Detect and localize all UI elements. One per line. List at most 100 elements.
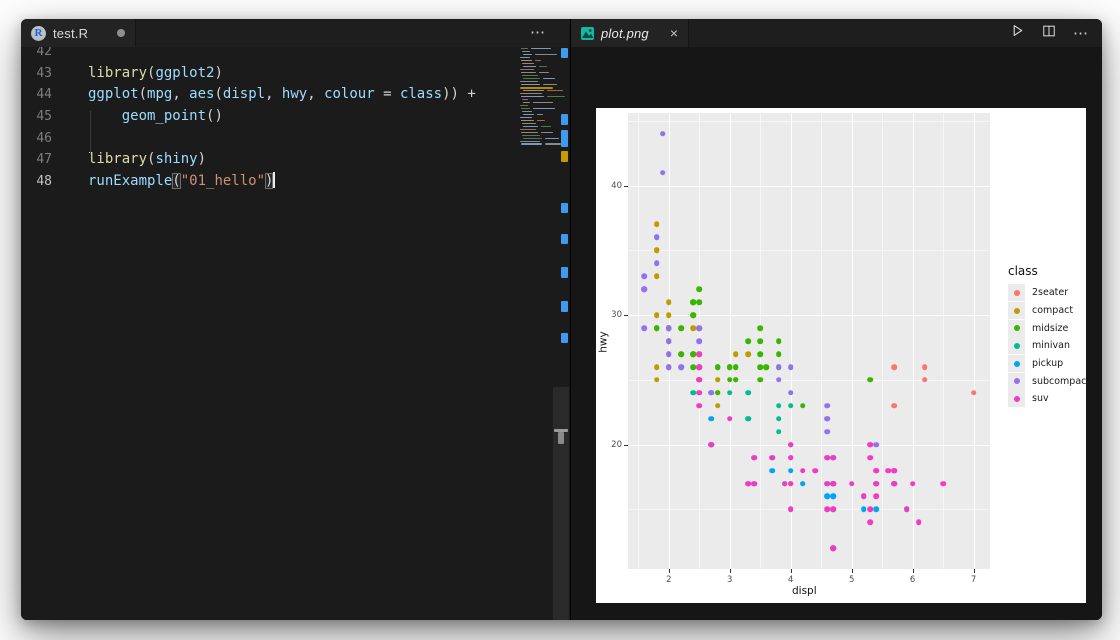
data-point: [641, 286, 648, 292]
modified-line-marker: [561, 234, 568, 244]
legend-dot-icon: [1013, 289, 1020, 296]
data-point: [696, 299, 703, 305]
legend-item: subcompact: [1008, 372, 1090, 390]
data-point: [678, 325, 684, 331]
data-point: [666, 312, 672, 318]
legend-label: midsize: [1032, 322, 1069, 334]
data-point: [873, 467, 879, 474]
data-point: [867, 519, 873, 526]
legend-title: class: [1008, 264, 1038, 278]
y-axis-title: hwy: [597, 331, 610, 353]
data-point: [787, 506, 794, 513]
legend-dot-icon: [1013, 325, 1020, 332]
tab-plot-png[interactable]: plot.png ×: [571, 19, 690, 47]
data-point: [891, 402, 898, 409]
x-tick-label: 7: [970, 575, 977, 585]
data-point: [641, 325, 648, 331]
legend-label: compact: [1032, 305, 1074, 317]
modified-dot-icon[interactable]: [117, 29, 126, 37]
legend-label: suv: [1032, 393, 1049, 405]
data-point: [867, 506, 873, 513]
text-cursor: [273, 172, 276, 189]
data-point: [775, 377, 782, 383]
code-line[interactable]: 43 library(ggplot2): [21, 63, 521, 85]
data-point: [873, 493, 879, 500]
modified-line-marker: [561, 48, 568, 58]
legend-item: 2seater: [1008, 284, 1090, 302]
data-point: [653, 325, 660, 331]
data-point: [653, 221, 660, 228]
data-point: [775, 338, 782, 344]
data-point: [690, 364, 696, 370]
legend-dot-icon: [1013, 307, 1020, 314]
plot-panel: [628, 113, 990, 569]
y-tick: [624, 185, 628, 187]
data-point: [696, 364, 703, 370]
split-editor-icon[interactable]: [1042, 24, 1056, 43]
data-point: [757, 325, 764, 331]
data-point: [653, 234, 660, 241]
data-point: [653, 273, 660, 280]
data-point: [873, 480, 879, 487]
code-line[interactable]: 45 geom_point(): [21, 106, 521, 128]
data-point: [861, 506, 867, 513]
more-actions-icon[interactable]: ⋯: [530, 23, 547, 41]
data-point: [763, 364, 770, 370]
more-actions-icon[interactable]: ⋯: [1073, 24, 1090, 42]
data-point: [757, 377, 764, 383]
line-number: 43: [36, 65, 52, 81]
data-point: [830, 480, 837, 487]
data-point: [666, 338, 672, 344]
data-point: [830, 493, 837, 500]
data-point: [714, 390, 721, 396]
data-point: [787, 390, 794, 396]
data-point: [824, 454, 831, 461]
data-point: [653, 260, 660, 267]
x-tick-label: 3: [727, 575, 733, 585]
data-point: [775, 364, 782, 370]
data-point: [861, 493, 867, 500]
data-point: [690, 390, 696, 396]
indent-guide: [90, 111, 91, 154]
legend-item: compact: [1008, 302, 1090, 320]
minimap[interactable]: [520, 45, 565, 155]
code-line[interactable]: 46: [21, 128, 521, 150]
legend-dot-icon: [1013, 378, 1020, 385]
legend-dot-icon: [1013, 360, 1020, 367]
gridline: [628, 120, 990, 122]
data-point: [867, 377, 873, 383]
data-point: [726, 364, 733, 370]
legend-item: suv: [1008, 390, 1090, 408]
code-line[interactable]: 47 library(shiny): [21, 149, 521, 171]
y-tick-label: 30: [611, 310, 622, 321]
legend-item: pickup: [1008, 355, 1090, 373]
data-point: [653, 364, 660, 370]
close-icon[interactable]: ×: [670, 26, 678, 40]
data-point: [666, 325, 672, 331]
x-axis-title: displ: [792, 585, 817, 597]
data-point: [696, 338, 703, 344]
legend-key: [1008, 302, 1025, 320]
run-icon[interactable]: [1010, 23, 1025, 43]
data-point: [885, 467, 892, 474]
legend-key: [1008, 337, 1025, 355]
data-point: [909, 480, 916, 487]
line-number: 46: [36, 130, 52, 146]
gridline: [628, 509, 990, 511]
data-point: [824, 506, 831, 513]
data-point: [891, 364, 898, 370]
code-line[interactable]: 44 ggplot(mpg, aes(displ, hwy, colour = c…: [21, 84, 521, 106]
code-editor[interactable]: 42 43 library(ggplot2) 44 ggplot(mpg, aes(di…: [21, 41, 521, 193]
legend-item: minivan: [1008, 337, 1090, 355]
data-point: [867, 454, 873, 461]
data-point: [787, 364, 794, 370]
line-number: 44: [36, 87, 52, 103]
tab-test-r[interactable]: R test.R: [21, 19, 137, 47]
legend-key: [1008, 319, 1025, 337]
code-line[interactable]: 48 runExample("01_hello"): [21, 171, 521, 193]
data-point: [824, 402, 831, 409]
data-point: [830, 506, 837, 513]
data-point: [690, 325, 696, 331]
data-point: [745, 415, 751, 422]
data-point: [787, 480, 794, 487]
